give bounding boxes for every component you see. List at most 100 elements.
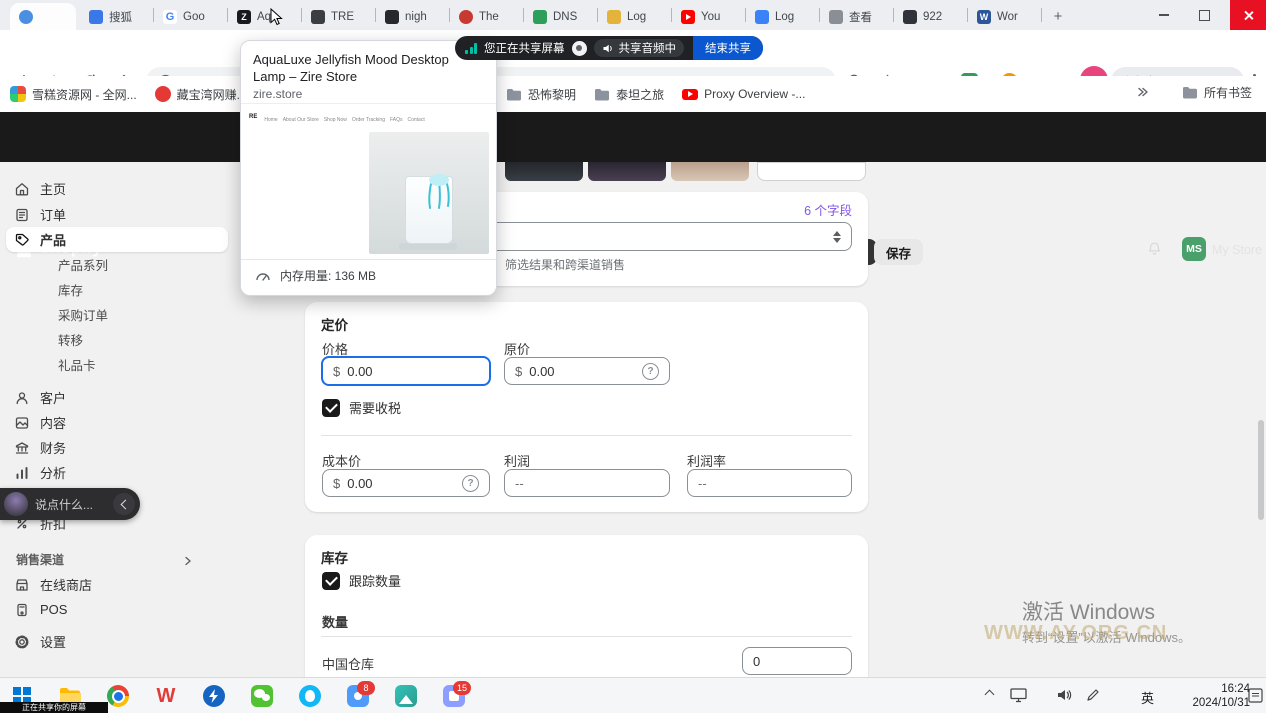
track-quantity-checkbox[interactable] [322,572,340,590]
tab-favicon [607,10,621,24]
sidebar-item-purchase-orders[interactable]: 采购订单 [6,302,228,327]
browser-tab[interactable]: 922 [894,3,968,30]
cost-input[interactable]: $ 0.00 ? [322,469,490,497]
language-indicator[interactable]: 英 [1141,688,1154,707]
scrollbar-thumb[interactable] [1258,420,1264,520]
sidebar-item-finances[interactable]: 财务 [6,435,228,460]
profit-input[interactable]: -- [504,469,670,497]
sidebar-item-inventory[interactable]: 库存 [6,277,228,302]
wps-icon[interactable]: W [154,684,178,708]
browser-tab-hovered[interactable]: Z Aqu [228,3,302,30]
divider [321,636,852,637]
sidebar-item-products[interactable]: 产品 [6,227,228,252]
window-maximize-button[interactable] [1186,0,1222,30]
thunder-download-icon[interactable] [202,684,226,708]
charge-tax-checkbox[interactable] [322,399,340,417]
app-icon-with-badge[interactable]: 15 [442,684,466,708]
browser-tab[interactable]: 搜狐 [80,3,154,30]
tab-label: 查看 [849,9,872,25]
new-tab-button[interactable]: + [1048,6,1068,26]
browser-tab[interactable]: The [450,3,524,30]
margin-input[interactable]: -- [687,469,852,497]
bookmark-item[interactable]: 雪糕资源网 - 全网... [10,86,137,103]
browser-tab[interactable]: 查看 [820,3,894,30]
pen-tray-icon[interactable] [1086,688,1100,707]
location-label: 中国仓库 [322,654,374,673]
product-media-thumbnail[interactable] [588,162,666,181]
sidebar-item-pos[interactable]: POS [6,597,228,622]
quantity-input[interactable]: 0 [742,647,852,675]
photos-app-icon[interactable] [394,684,418,708]
sidebar-item-transfers[interactable]: 转移 [6,327,228,352]
bookmark-favicon [10,86,26,102]
currency-prefix: $ [333,476,340,491]
sidebar-item-gift-cards[interactable]: 礼品卡 [6,352,228,377]
sidebar-item-content[interactable]: 内容 [6,410,228,435]
action-center-icon[interactable] [1248,688,1263,708]
stop-sharing-button[interactable]: 结束共享 [693,36,763,60]
tab-hover-preview-card: AquaLuxe Jellyfish Mood Desktop Lamp – Z… [240,40,497,296]
volume-tray-icon[interactable] [1056,688,1072,707]
collapse-chevron-icon[interactable] [113,493,135,515]
browser-tab[interactable]: Log [598,3,672,30]
tray-expand-chevron-icon[interactable] [986,691,993,698]
cost-value: 0.00 [347,476,372,491]
save-button[interactable]: 保存 [874,239,923,265]
sidebar-item-customers[interactable]: 客户 [6,385,228,410]
channels-chevron-icon[interactable] [184,553,192,571]
tab-preview-screenshot: RE HomeAbout Our StoreShop NowOrder Trac… [241,103,496,260]
product-media-thumbnail[interactable] [505,162,583,181]
add-media-tile[interactable] [757,162,866,181]
browser-tab[interactable]: Log [746,3,820,30]
sidebar-item-online-store[interactable]: 在线商店 [6,572,228,597]
notifications-bell-icon[interactable] [1146,241,1163,263]
app-icon-with-badge[interactable]: 8 [346,684,370,708]
compare-price-input[interactable]: $ 0.00 ? [504,357,670,385]
browser-tab-active[interactable] [10,3,76,30]
browser-tab[interactable]: nigh [376,3,450,30]
help-icon[interactable]: ? [462,475,479,492]
chrome-taskbar-icon[interactable] [106,684,130,708]
screen-share-bar: 您正在共享屏幕 共享音频中 结束共享 [455,36,763,60]
home-icon [14,181,30,197]
browser-tab[interactable]: You [672,3,746,30]
analytics-icon [14,465,30,481]
sidebar-item-orders[interactable]: 订单 [6,202,228,227]
tab-favicon [903,10,917,24]
chat-assistant-widget[interactable]: 说点什么... [0,488,140,520]
help-icon[interactable]: ? [642,363,659,380]
bookmark-item[interactable]: Proxy Overview -... [682,87,805,101]
store-avatar[interactable]: MS [1182,237,1206,261]
sidebar-item-settings[interactable]: 设置 [6,629,228,654]
window-close-button[interactable] [1230,0,1266,30]
price-input[interactable]: $ 0.00 [321,356,491,386]
screen: 搜狐 G Goo Z Aqu TRE nigh The DNS Log [0,0,1266,713]
wechat-icon[interactable] [250,684,274,708]
window-minimize-button[interactable] [1146,0,1182,30]
browser-tab[interactable]: W Wor [968,3,1042,30]
display-tray-icon[interactable] [1010,688,1027,708]
browser-tab[interactable]: TRE [302,3,376,30]
sidebar-item-home[interactable]: 主页 [6,176,228,201]
memory-usage-row: 内存用量: 136 MB [255,267,376,284]
price-value: 0.00 [347,364,372,379]
margin-value: -- [698,476,707,491]
taskbar-clock[interactable]: 16:24 2024/10/31 [1170,682,1250,710]
messenger-app-icon[interactable] [298,684,322,708]
track-quantity-row: 跟踪数量 [322,571,401,590]
sidebar-item-collections[interactable]: 产品系列 [6,252,228,277]
product-media-thumbnail[interactable] [671,162,749,181]
finances-icon [14,440,30,456]
store-name[interactable]: My Store [1212,243,1262,257]
bookmarks-overflow-icon[interactable] [1136,86,1148,98]
sidebar-item-analytics[interactable]: 分析 [6,460,228,485]
google-favicon: G [163,10,177,24]
quantity-value: 0 [753,654,760,669]
browser-tab[interactable]: G Goo [154,3,228,30]
all-bookmarks-folder[interactable]: 所有书签 [1182,84,1252,101]
bookmark-folder[interactable]: 泰坦之旅 [594,86,664,103]
bookmark-item[interactable]: 藏宝湾网赚... [155,86,247,103]
browser-tab[interactable]: DNS [524,3,598,30]
metafields-link[interactable]: 6 个字段 [804,200,852,219]
bookmark-folder[interactable]: 恐怖黎明 [506,86,576,103]
